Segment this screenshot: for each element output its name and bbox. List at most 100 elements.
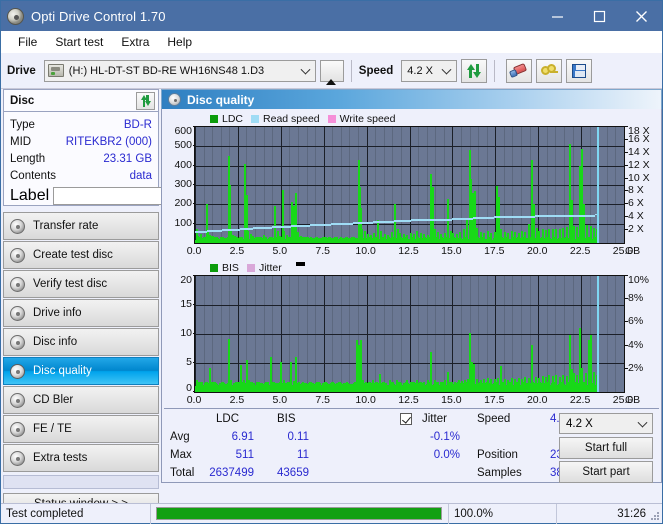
refresh-icon <box>466 63 482 78</box>
y2-tick-label: 6 X <box>628 197 644 210</box>
menu-start-test[interactable]: Start test <box>46 33 112 51</box>
disc-panel-title: Disc <box>10 94 35 107</box>
app-window: Opti Drive Control 1.70 File Start test … <box>0 0 663 524</box>
y2-tick-label: 8% <box>628 292 644 305</box>
x-tick-label: 12.5 <box>398 394 419 406</box>
sidebar-item-disc-quality[interactable]: Disc quality <box>3 357 159 385</box>
ldc-x-axis: 0.0 2.5 5.0 7.5 10.0 12.5 15.0 17.5 20.0 22.5 25.0… <box>187 244 640 259</box>
bis-y2-axis: 2% 4% 6% 8% 10% <box>624 274 659 391</box>
sidebar-item-disc-info[interactable]: Disc info <box>3 328 159 356</box>
y-tick-label: 400 <box>174 158 192 171</box>
legend-swatch-write-speed <box>327 115 336 123</box>
disc-row-contents: Contents data <box>10 167 152 184</box>
y2-tick-label: 4% <box>628 338 644 351</box>
menu-bar: File Start test Extra Help <box>1 31 662 53</box>
stats-bis-max: 11 <box>297 449 309 461</box>
sidebar-item-verify-test-disc[interactable]: Verify test disc <box>3 270 159 298</box>
progress-percent-text: 100.0% <box>449 503 557 524</box>
menu-file[interactable]: File <box>9 33 46 51</box>
x-tick-label: 2.5 <box>229 245 245 257</box>
sidebar-item-drive-info[interactable]: Drive info <box>3 299 159 327</box>
stats-jitter-max: 0.0% <box>433 449 460 461</box>
x-tick-label: 0.0 <box>186 245 202 257</box>
x-tick-label: 7.5 <box>315 394 330 406</box>
legend-label-jitter: Jitter <box>258 262 282 274</box>
sidebar-item-label: Verify test disc <box>33 278 108 290</box>
x-tick-label: 22.5 <box>569 245 591 257</box>
disc-icon <box>10 392 25 408</box>
test-speed-value: 4.2 X <box>566 417 593 430</box>
stats-bis-total: 43659 <box>277 467 309 479</box>
progress-bar <box>156 507 442 520</box>
save-button[interactable] <box>566 58 593 83</box>
legend-label-bis: BIS <box>222 262 239 274</box>
sidebar-spacer <box>3 475 159 489</box>
stats-header-ldc: LDC <box>216 413 240 425</box>
bis-legend: BIS Jitter <box>164 261 659 275</box>
maximize-icon[interactable] <box>578 1 620 31</box>
erase-button[interactable] <box>506 58 533 83</box>
sidebar-item-fe-te[interactable]: FE / TE <box>3 415 159 443</box>
legend-label-ldc: LDC <box>222 113 244 125</box>
panel-header: Disc quality <box>161 89 662 109</box>
disc-row-type: Type BD-R <box>10 116 152 133</box>
x-tick-label: 17.5 <box>484 394 505 406</box>
close-icon[interactable] <box>620 1 662 31</box>
menu-extra[interactable]: Extra <box>112 33 158 51</box>
read-speed-line <box>195 127 624 243</box>
minimize-icon[interactable] <box>536 1 578 31</box>
x-tick-label: 5.0 <box>272 245 288 257</box>
eraser-icon <box>509 62 528 78</box>
ldc-y2-axis: 2 X4 X6 X8 X 10 X 12 X 14 X 16 X 18 X <box>624 125 659 242</box>
sidebar-item-label: Disc quality <box>33 365 92 377</box>
window-title: Opti Drive Control 1.70 <box>31 8 166 24</box>
jitter-checkbox[interactable] <box>400 413 412 425</box>
drive-label: Drive <box>7 64 36 77</box>
disc-icon <box>10 247 25 263</box>
y2-tick-label: 18 X <box>628 125 650 137</box>
drive-select[interactable]: (H:) HL-DT-ST BD-RE WH16NS48 1.D3 <box>43 59 316 82</box>
speed-select[interactable]: 4.2 X <box>401 59 458 82</box>
legend-label-read-speed: Read speed <box>263 113 320 125</box>
x-axis-unit: GB <box>625 245 641 257</box>
sidebar-item-extra-tests[interactable]: Extra tests <box>3 444 159 472</box>
disc-value-type: BD-R <box>123 118 152 131</box>
disc-refresh-button[interactable] <box>136 91 155 110</box>
sidebar-item-create-test-disc[interactable]: Create test disc <box>3 241 159 269</box>
ldc-chart: LDC Read speed Write speed 100 200 300 400 5… <box>164 112 659 259</box>
y2-tick-label: 14 X <box>628 145 650 158</box>
bis-y-axis: 0 5 10 15 20 <box>164 274 197 394</box>
legend-label-write-speed: Write speed <box>339 113 396 125</box>
x-tick-label: 12.5 <box>398 245 419 257</box>
x-tick-label: 5.0 <box>272 394 288 406</box>
y-tick-label: 10 <box>180 327 192 339</box>
eject-button[interactable] <box>319 59 344 85</box>
resize-grip-icon[interactable] <box>648 509 659 520</box>
charts-area: LDC Read speed Write speed 100 200 300 400 5… <box>161 109 662 483</box>
sidebar-item-transfer-rate[interactable]: Transfer rate <box>3 212 159 240</box>
refresh-button[interactable] <box>461 58 488 83</box>
speed-select-value: 4.2 X <box>407 64 433 77</box>
bis-plot-area[interactable] <box>194 275 625 393</box>
drive-select-value: (H:) HL-DT-ST BD-RE WH16NS48 1.D3 <box>68 64 265 77</box>
sidebar-item-cd-bler[interactable]: CD Bler <box>3 386 159 414</box>
x-axis-unit: GB <box>625 394 641 406</box>
test-speed-select[interactable]: 4.2 X <box>559 413 653 434</box>
stats-header-jitter: Jitter <box>422 413 447 425</box>
start-full-button[interactable]: Start full <box>559 437 653 459</box>
chevron-down-icon <box>300 64 311 75</box>
left-sidebar: Disc Type BD-R MID RITEKBR2 (000) Length… <box>1 89 221 515</box>
sidebar-item-label: Transfer rate <box>33 220 99 232</box>
refresh-icon <box>140 95 152 107</box>
chevron-down-icon <box>637 417 648 428</box>
ldc-legend: LDC Read speed Write speed <box>164 112 659 126</box>
sidebar-item-label: Create test disc <box>33 249 113 261</box>
menu-help[interactable]: Help <box>158 33 201 51</box>
key-icon <box>540 63 558 78</box>
disc-icon <box>10 363 25 379</box>
status-bar: Test completed 100.0% 31:26 <box>1 503 662 524</box>
key-button[interactable] <box>536 58 563 83</box>
ldc-plot-area[interactable] <box>194 126 625 244</box>
disc-row-mid: MID RITEKBR2 (000) <box>10 133 152 150</box>
start-part-button[interactable]: Start part <box>559 461 653 483</box>
